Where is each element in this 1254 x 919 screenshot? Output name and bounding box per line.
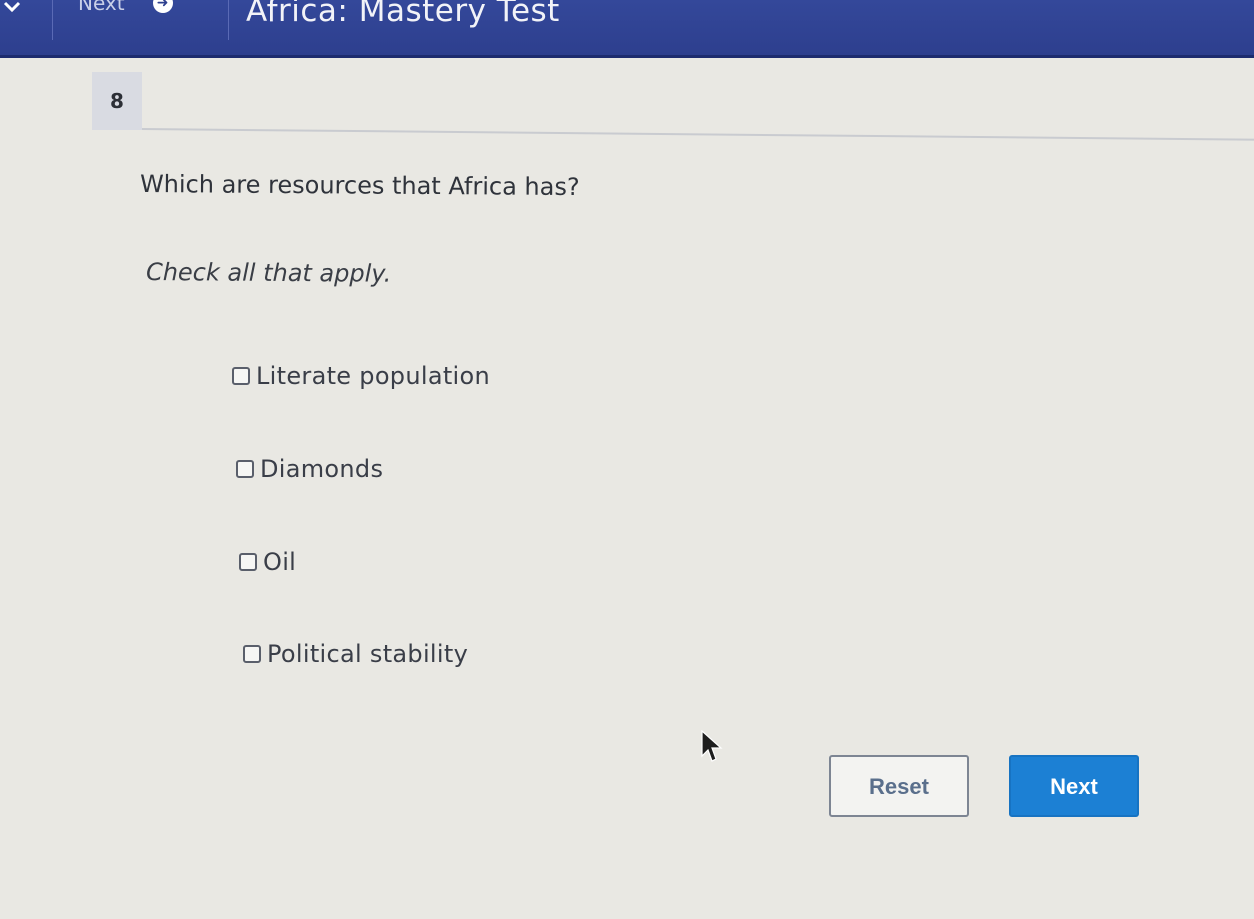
- option-literate-population[interactable]: Literate population: [232, 362, 490, 390]
- checkbox[interactable]: [236, 460, 254, 478]
- question-number: 8: [92, 72, 142, 130]
- nav-divider: [52, 0, 53, 40]
- mouse-cursor-icon: [700, 729, 724, 764]
- checkbox[interactable]: [232, 367, 250, 385]
- arrow-right-circle-icon: ➜: [152, 0, 173, 13]
- option-label: Diamonds: [260, 455, 384, 483]
- question-instruction: Check all that apply.: [145, 258, 392, 288]
- next-question-nav[interactable]: Next ➜: [78, 0, 173, 16]
- option-oil[interactable]: Oil: [239, 548, 296, 576]
- option-label: Political stability: [267, 640, 469, 668]
- test-title: Africa: Mastery Test: [246, 0, 560, 29]
- nav-divider: [228, 0, 229, 40]
- next-nav-label: Next: [78, 0, 125, 15]
- chevron-down-icon[interactable]: [2, 0, 28, 20]
- option-label: Oil: [263, 548, 297, 576]
- reset-button[interactable]: Reset: [829, 755, 969, 817]
- option-political-stability[interactable]: Political stability: [243, 640, 468, 668]
- checkbox[interactable]: [243, 645, 261, 663]
- top-nav-bar: Next ➜ Africa: Mastery Test: [0, 0, 1254, 58]
- checkbox[interactable]: [239, 553, 257, 571]
- option-diamonds[interactable]: Diamonds: [236, 455, 383, 483]
- question-text: Which are resources that Africa has?: [139, 170, 580, 202]
- option-label: Literate population: [256, 362, 491, 390]
- next-button[interactable]: Next: [1009, 755, 1139, 817]
- question-divider: [141, 128, 1254, 141]
